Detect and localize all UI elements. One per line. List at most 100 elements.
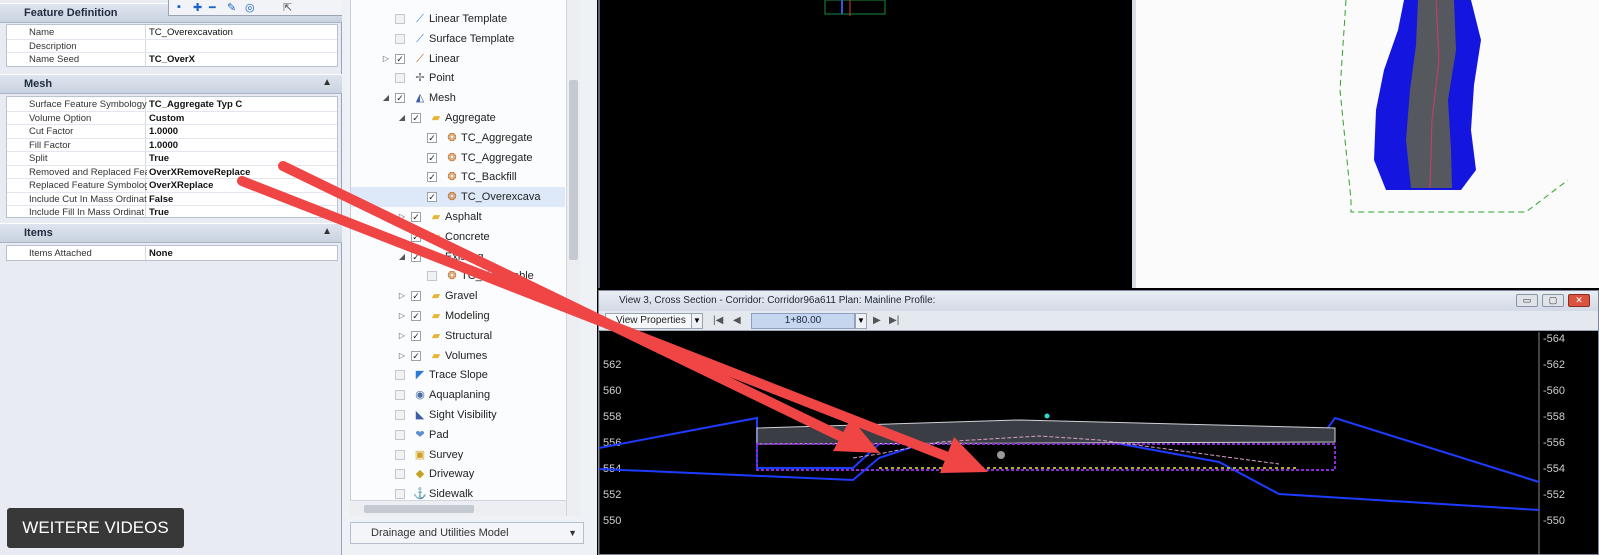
tree-item[interactable]: ⟋ Surface Template	[351, 29, 565, 49]
edit-icon[interactable]: ✎	[227, 1, 236, 14]
tree-item[interactable]: ◢ ✓ ▰ Existing	[351, 247, 565, 267]
property-row[interactable]: Surface Feature Symbology TC_Aggregate Ty…	[7, 98, 337, 112]
property-value[interactable]: TC_OverX	[149, 53, 195, 67]
tree-item[interactable]: ✓ ❂ TC_Aggregate	[351, 128, 565, 148]
visibility-checkbox[interactable]: ✓	[411, 311, 421, 321]
select-icon[interactable]: ▪	[177, 1, 181, 13]
view-top[interactable]	[598, 0, 1128, 288]
property-row[interactable]: Items Attached None	[7, 247, 337, 261]
property-value[interactable]: True	[149, 206, 169, 220]
tree-item[interactable]: ✓ ▰ Concrete	[351, 227, 565, 247]
expand-icon[interactable]: ▷	[381, 49, 391, 69]
view-plan[interactable]	[1132, 0, 1599, 288]
visibility-checkbox[interactable]	[395, 410, 405, 420]
visibility-checkbox[interactable]	[395, 14, 405, 24]
visibility-checkbox[interactable]: ✓	[411, 350, 421, 361]
property-row[interactable]: Split True	[7, 151, 337, 165]
tree-item[interactable]: ◢ ✓ ▰ Aggregate	[351, 108, 565, 128]
visibility-checkbox[interactable]	[395, 33, 405, 44]
previous-station-button[interactable]: ◀	[733, 313, 741, 329]
tree-item[interactable]: ❤ Pad	[351, 425, 565, 445]
property-row[interactable]: Include Cut In Mass Ordinat False	[7, 191, 337, 206]
view-properties-button[interactable]: View Properties	[605, 313, 701, 329]
visibility-checkbox[interactable]	[427, 271, 437, 282]
property-value[interactable]: Custom	[149, 112, 184, 126]
target-icon[interactable]: ◎	[245, 1, 255, 14]
visibility-checkbox[interactable]: ✓	[427, 132, 437, 143]
property-row[interactable]: Description	[7, 38, 337, 53]
section-mesh[interactable]: Mesh ▲	[0, 74, 342, 94]
tree-item[interactable]: ▷ ✓ ▰ Volumes	[351, 346, 565, 366]
add-icon[interactable]: ✚	[193, 1, 202, 14]
tree-item[interactable]: ▣ Survey	[351, 445, 565, 465]
property-row[interactable]: Name TC_Overexcavation	[7, 26, 337, 40]
visibility-checkbox[interactable]: ✓	[427, 172, 437, 183]
tree-item[interactable]: ⟋ Linear Template	[351, 9, 565, 29]
visibility-checkbox[interactable]: ✓	[411, 212, 421, 222]
collapse-icon[interactable]: ▲	[322, 77, 332, 88]
next-station-button[interactable]: ▶	[873, 313, 881, 329]
property-value[interactable]: OverXRemoveReplace	[149, 166, 250, 180]
expand-icon[interactable]: ◢	[397, 247, 407, 267]
visibility-checkbox[interactable]: ✓	[411, 231, 421, 242]
visibility-checkbox[interactable]	[395, 390, 405, 401]
property-value[interactable]: 1.0000	[149, 139, 178, 153]
property-value[interactable]: True	[149, 152, 169, 166]
visibility-checkbox[interactable]: ✓	[411, 330, 421, 341]
expand-icon[interactable]: ▷	[397, 286, 407, 306]
tree-item[interactable]: ✓ ❂ TC_Aggregate	[351, 148, 565, 168]
minimize-button[interactable]: ▭	[1516, 294, 1538, 307]
expand-icon[interactable]: ◢	[381, 88, 391, 108]
property-value[interactable]: OverXReplace	[149, 179, 213, 193]
visibility-checkbox[interactable]	[395, 449, 405, 460]
scroll-thumb[interactable]	[364, 505, 474, 513]
visibility-checkbox[interactable]: ✓	[427, 152, 437, 163]
property-row[interactable]: Removed and Replaced Fea OverXRemoveRepla…	[7, 164, 337, 180]
maximize-button[interactable]: ▢	[1542, 294, 1564, 307]
tree-item[interactable]: ✓ ❂ TC_Overexcava	[351, 187, 565, 208]
expand-icon[interactable]: ▷	[397, 346, 407, 366]
visibility-checkbox[interactable]	[395, 489, 405, 500]
horizontal-scrollbar[interactable]	[350, 500, 566, 516]
tree-item[interactable]: ◉ Aquaplaning	[351, 385, 565, 405]
visibility-checkbox[interactable]: ✓	[395, 93, 405, 104]
visibility-checkbox[interactable]: ✓	[427, 192, 437, 203]
property-value[interactable]: None	[149, 247, 173, 261]
visibility-checkbox[interactable]	[395, 370, 405, 381]
tree-item[interactable]: ◣ Sight Visibility	[351, 405, 565, 425]
tree-item[interactable]: ◢ ✓ ◭ Mesh	[351, 88, 565, 108]
more-videos-button[interactable]: WEITERE VIDEOS	[7, 508, 184, 548]
tree-item[interactable]: ◆ Driveway	[351, 464, 565, 484]
chevron-down-icon[interactable]: ▼	[568, 523, 577, 543]
view-properties-dropdown[interactable]: ▼	[691, 313, 703, 329]
collapse-icon[interactable]: ▲	[322, 226, 332, 237]
property-value[interactable]: TC_Aggregate Typ C	[149, 98, 242, 112]
close-button[interactable]: ✕	[1568, 294, 1590, 307]
expand-icon[interactable]: ▷	[397, 306, 407, 326]
expand-icon[interactable]: ▷	[397, 207, 407, 227]
visibility-checkbox[interactable]: ✓	[411, 251, 421, 262]
last-station-button[interactable]: ▶|	[889, 313, 899, 329]
cross-section-canvas[interactable]: 562560558556554552550 -564-562-560-558-5…	[599, 332, 1599, 555]
remove-icon[interactable]: ━	[209, 1, 216, 14]
tree-item[interactable]: ▷ ✓ ▰ Asphalt	[351, 207, 565, 227]
property-row[interactable]: Volume Option Custom	[7, 110, 337, 126]
visibility-checkbox[interactable]: ✓	[411, 113, 421, 123]
visibility-checkbox[interactable]: ✓	[395, 53, 405, 64]
visibility-checkbox[interactable]	[395, 73, 405, 84]
scroll-thumb[interactable]	[569, 80, 578, 260]
cursor-icon[interactable]: ⇱	[283, 1, 292, 14]
section-items[interactable]: Items ▲	[0, 223, 342, 243]
visibility-checkbox[interactable]: ✓	[411, 291, 421, 302]
tree-item[interactable]: ✢ Point	[351, 68, 565, 88]
station-dropdown[interactable]: ▼	[855, 313, 867, 329]
tree-item[interactable]: ▷ ✓ ⟋ Linear	[351, 49, 565, 69]
tree-item[interactable]: ✓ ❂ TC_Backfill	[351, 167, 565, 187]
tree-item[interactable]: ▷ ✓ ▰ Structural	[351, 326, 565, 346]
property-value[interactable]: 1.0000	[149, 125, 178, 139]
vertical-scrollbar[interactable]	[566, 0, 580, 516]
first-station-button[interactable]: |◀	[713, 313, 723, 329]
property-row[interactable]: Name Seed TC_OverX	[7, 52, 337, 66]
tree-item[interactable]: ❂ TC_Unsuitable	[351, 266, 565, 286]
property-row[interactable]: Cut Factor 1.0000	[7, 124, 337, 138]
